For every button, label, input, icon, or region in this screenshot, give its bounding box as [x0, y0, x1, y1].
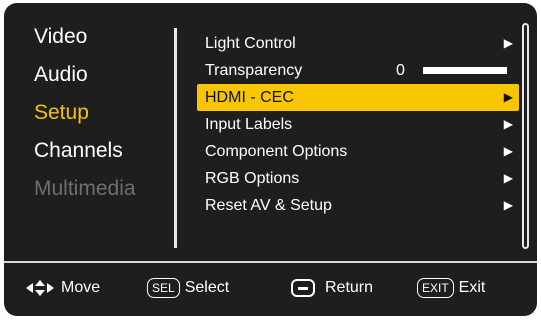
submenu-item-input-labels[interactable]: Input Labels ▶	[197, 111, 519, 138]
submenu-item-label: Reset AV & Setup	[205, 197, 332, 214]
main-menu-item-setup[interactable]: Setup	[34, 94, 174, 132]
hint-return: Return	[291, 263, 373, 313]
main-menu: Video Audio Setup Channels Multimedia	[34, 18, 174, 208]
transparency-slider[interactable]	[423, 67, 507, 74]
submenu-item-hdmi-cec[interactable]: HDMI - CEC ▶	[197, 84, 519, 111]
hint-exit: EXIT Exit	[417, 263, 485, 313]
submenu-item-label: Transparency	[205, 62, 303, 79]
arrow-right-icon: ▶	[503, 171, 513, 185]
submenu-item-label: HDMI - CEC	[205, 89, 294, 106]
navigation-arrows-icon	[25, 279, 55, 297]
submenu-item-transparency[interactable]: Transparency 0	[197, 57, 519, 84]
hint-select: SEL Select	[147, 263, 229, 313]
transparency-slider-fill	[423, 67, 507, 74]
arrow-right-icon: ▶	[503, 117, 513, 131]
submenu-item-label: Component Options	[205, 143, 348, 160]
button-hint-bar: Move SEL Select Return EXIT Exit	[4, 263, 537, 313]
osd-menu-panel: Video Audio Setup Channels Multimedia Li…	[4, 3, 537, 316]
submenu-scrollbar[interactable]	[522, 23, 529, 249]
arrow-right-icon: ▶	[503, 36, 513, 50]
setup-submenu: Light Control ▶ Transparency 0 HDMI - CE…	[197, 30, 519, 219]
main-menu-item-multimedia: Multimedia	[34, 177, 136, 200]
hint-exit-label: Exit	[458, 279, 486, 296]
arrow-right-icon: ▶	[503, 144, 513, 158]
main-menu-item-video[interactable]: Video	[34, 18, 174, 56]
main-menu-item-audio[interactable]: Audio	[34, 56, 174, 94]
hint-return-label: Return	[325, 279, 374, 296]
exit-key-icon: EXIT	[417, 278, 454, 298]
submenu-item-reset-av-setup[interactable]: Reset AV & Setup ▶	[197, 192, 519, 219]
submenu-item-rgb-options[interactable]: RGB Options ▶	[197, 165, 519, 192]
arrow-right-icon: ▶	[503, 198, 513, 212]
submenu-item-label: RGB Options	[205, 170, 300, 187]
hint-move-label: Move	[61, 279, 101, 296]
menu-divider	[174, 28, 177, 248]
hint-select-label: Select	[184, 279, 230, 296]
sel-key-icon: SEL	[147, 278, 180, 298]
transparency-value: 0	[396, 62, 405, 79]
menu-area: Video Audio Setup Channels Multimedia Li…	[14, 18, 531, 261]
hint-move: Move	[25, 263, 100, 313]
submenu-item-label: Light Control	[205, 35, 296, 52]
submenu-item-component-options[interactable]: Component Options ▶	[197, 138, 519, 165]
submenu-item-light-control[interactable]: Light Control ▶	[197, 30, 519, 57]
main-menu-item-channels[interactable]: Channels	[34, 132, 174, 170]
submenu-item-label: Input Labels	[205, 116, 293, 133]
arrow-right-icon: ▶	[503, 90, 513, 104]
return-key-icon	[291, 279, 315, 297]
